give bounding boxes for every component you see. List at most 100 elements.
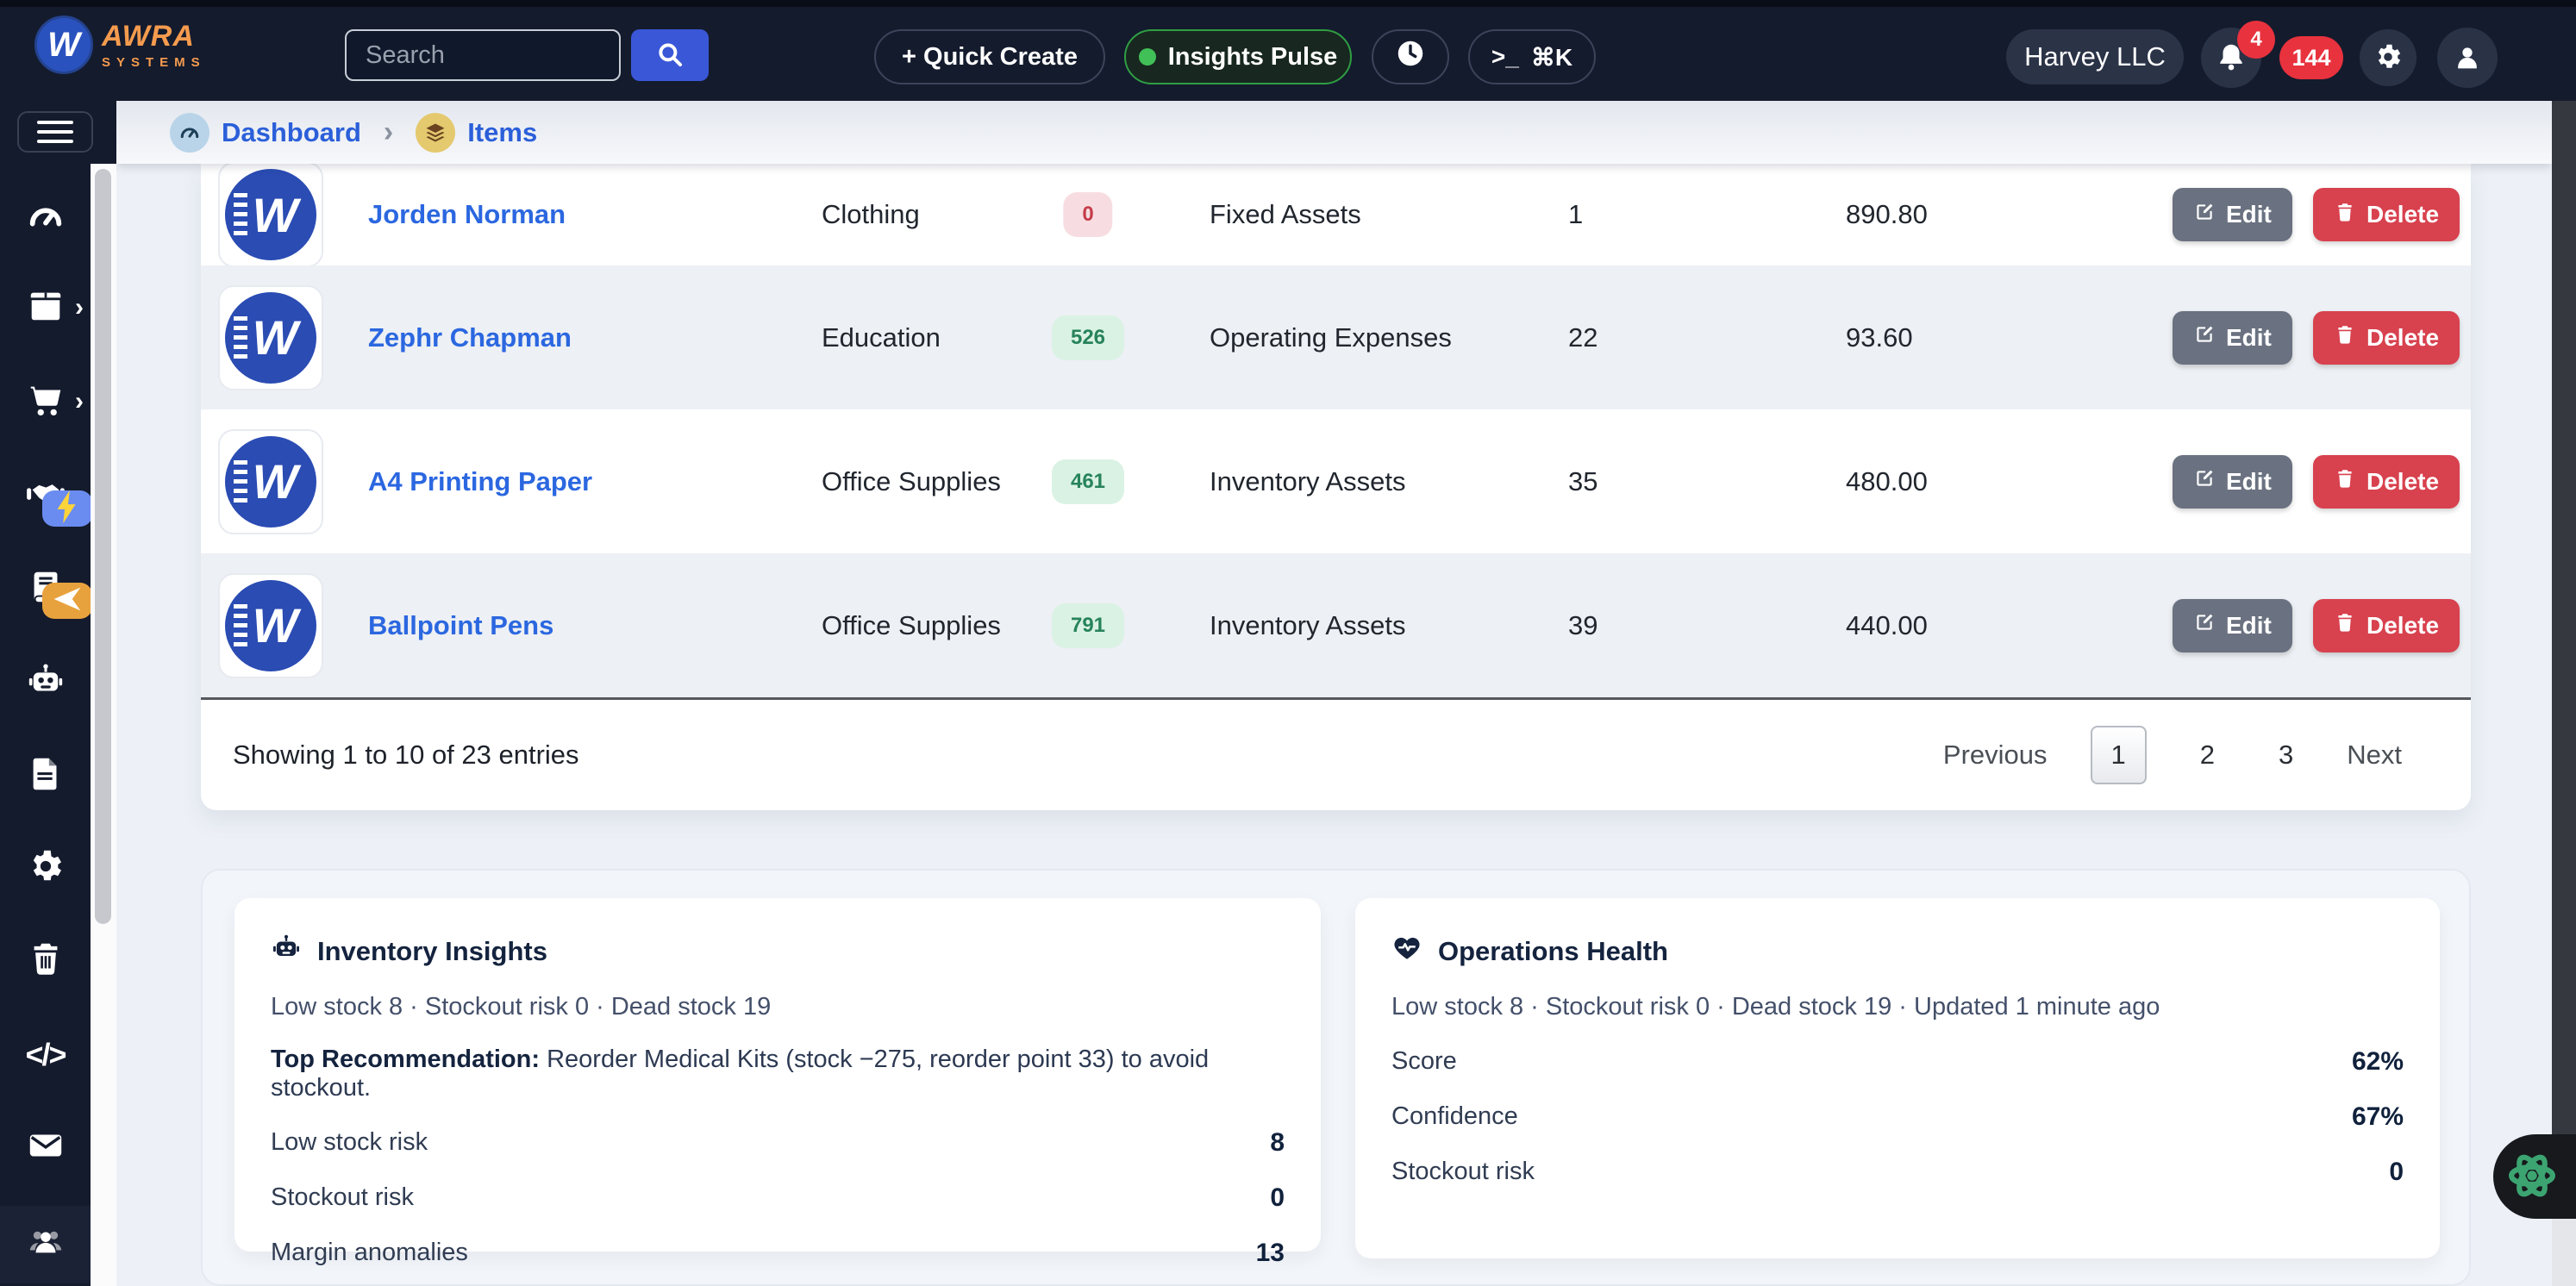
pagination-next[interactable]: Next (2347, 740, 2402, 771)
cart-icon (26, 380, 66, 424)
trash-icon (2334, 611, 2356, 640)
edit-button[interactable]: Edit (2173, 311, 2292, 365)
page-scrollbar[interactable] (2552, 101, 2576, 1286)
kpi-label: Score (1391, 1047, 1457, 1077)
table-row: W A4 Printing Paper Office Supplies 461 … (201, 409, 2471, 553)
kpi-row: Low stock risk 8 (271, 1128, 1285, 1158)
sidebar-item-sales[interactable]: › (0, 375, 91, 428)
item-category: Office Supplies (822, 610, 1001, 641)
pagination-page[interactable]: 2 (2190, 727, 2225, 783)
sidebar-item-dashboard[interactable] (0, 191, 91, 245)
org-switcher[interactable]: Harvey LLC (2006, 29, 2184, 84)
kpi-label: Stockout risk (271, 1183, 414, 1213)
heart-pulse-icon (1391, 933, 1422, 971)
page-scrollbar-thumb[interactable] (2552, 101, 2576, 1218)
kpi-label: Confidence (1391, 1102, 1518, 1132)
terminal-icon: >_ (1491, 43, 1519, 71)
delete-button[interactable]: Delete (2313, 599, 2460, 652)
stock-badge: 0 (1063, 192, 1112, 237)
stock-badge: 461 (1052, 459, 1124, 504)
delete-button[interactable]: Delete (2313, 311, 2460, 365)
quick-create-button[interactable]: + Quick Create (874, 29, 1105, 84)
notifications-button[interactable]: 4 (2201, 28, 2261, 88)
item-image: W (218, 164, 323, 265)
atom-icon (2505, 1149, 2559, 1205)
sidebar-item-mail[interactable] (0, 1121, 91, 1174)
kpi-row: Score 62% (1391, 1047, 2404, 1077)
operations-meta: Low stock 8 · Stockout risk 0 · Dead sto… (1391, 993, 2404, 1021)
item-name-link[interactable]: Zephr Chapman (368, 322, 572, 353)
sidebar-scrollbar[interactable] (91, 164, 116, 1286)
kpi-value: 0 (1270, 1183, 1285, 1213)
sidebar-item-developer[interactable]: </> (0, 1028, 91, 1082)
sidebar-item-documents[interactable] (0, 749, 91, 802)
message-count-badge[interactable]: 144 (2279, 36, 2343, 79)
card-title: Inventory Insights (317, 936, 547, 967)
item-price: 480.00 (1846, 466, 1928, 497)
dashboard-gauge-icon (26, 197, 66, 240)
breadcrumb-dashboard[interactable]: Dashboard (170, 113, 361, 153)
pagination-previous[interactable]: Previous (1943, 740, 2048, 771)
item-image: W (218, 429, 323, 534)
breadcrumb-items[interactable]: Items (416, 113, 537, 153)
search-button[interactable] (631, 29, 709, 81)
kpi-value: 13 (1256, 1239, 1285, 1268)
user-menu-button[interactable] (2437, 28, 2498, 88)
item-name-link[interactable]: Jorden Norman (368, 199, 566, 230)
command-palette-button[interactable]: >_ ⌘K (1468, 29, 1596, 84)
item-image: W (218, 573, 323, 678)
edit-button[interactable]: Edit (2173, 599, 2292, 652)
sidebar-item-partners[interactable] (0, 470, 91, 523)
delete-button[interactable]: Delete (2313, 188, 2460, 241)
robot-icon (26, 661, 66, 705)
item-category: Education (822, 322, 941, 353)
breadcrumb-separator: › (384, 115, 393, 149)
sidebar-item-trash[interactable] (0, 933, 91, 987)
sidebar-item-ledger[interactable] (0, 562, 91, 615)
search-input[interactable] (345, 29, 621, 81)
menu-toggle-button[interactable] (17, 111, 93, 153)
item-quantity: 35 (1568, 466, 1597, 497)
sidebar-item-inventory[interactable]: › (0, 281, 91, 334)
clock-icon (1394, 37, 1427, 77)
kpi-label: Stockout risk (1391, 1158, 1535, 1187)
history-button[interactable] (1372, 29, 1449, 84)
sidebar-item-settings[interactable] (0, 841, 91, 895)
edit-button[interactable]: Edit (2173, 188, 2292, 241)
item-account-type: Operating Expenses (1210, 322, 1452, 353)
stock-badge: 526 (1052, 315, 1124, 360)
delete-button[interactable]: Delete (2313, 455, 2460, 509)
send-icon (47, 579, 87, 623)
kpi-row: Stockout risk 0 (271, 1183, 1285, 1213)
global-search (345, 29, 709, 81)
settings-button[interactable] (2360, 29, 2417, 86)
ai-chat-button[interactable] (2493, 1134, 2576, 1219)
pagination-page[interactable]: 3 (2268, 727, 2304, 783)
item-logo-icon: W (225, 580, 316, 671)
user-icon (2450, 40, 2485, 77)
item-name-link[interactable]: A4 Printing Paper (368, 466, 592, 497)
search-icon (655, 40, 685, 72)
gauge-icon (170, 113, 209, 153)
sidebar-item-assistant[interactable] (0, 656, 91, 709)
insights-pulse-button[interactable]: Insights Pulse (1124, 29, 1352, 84)
robot-icon (271, 933, 302, 971)
edit-button[interactable]: Edit (2173, 455, 2292, 509)
item-name-link[interactable]: Ballpoint Pens (368, 610, 553, 641)
pagination-page[interactable]: 1 (2091, 726, 2147, 784)
item-price: 890.80 (1846, 199, 1928, 230)
code-icon: </> (25, 1037, 65, 1073)
kpi-label: Low stock risk (271, 1128, 428, 1158)
app-logo[interactable]: W AWRA SYSTEMS (34, 16, 206, 74)
lightning-icon (47, 487, 87, 531)
sidebar-item-users[interactable] (0, 1216, 91, 1270)
edit-pencil-icon (2193, 611, 2216, 640)
item-quantity: 1 (1568, 199, 1583, 230)
sidebar-scrollbar-thumb[interactable] (95, 169, 111, 924)
kpi-row: Confidence 67% (1391, 1102, 2404, 1132)
boost-badge (42, 490, 92, 527)
shortcut-label: ⌘K (1531, 43, 1572, 72)
envelope-icon (26, 1126, 66, 1170)
item-category: Clothing (822, 199, 920, 230)
users-icon (26, 1221, 66, 1265)
